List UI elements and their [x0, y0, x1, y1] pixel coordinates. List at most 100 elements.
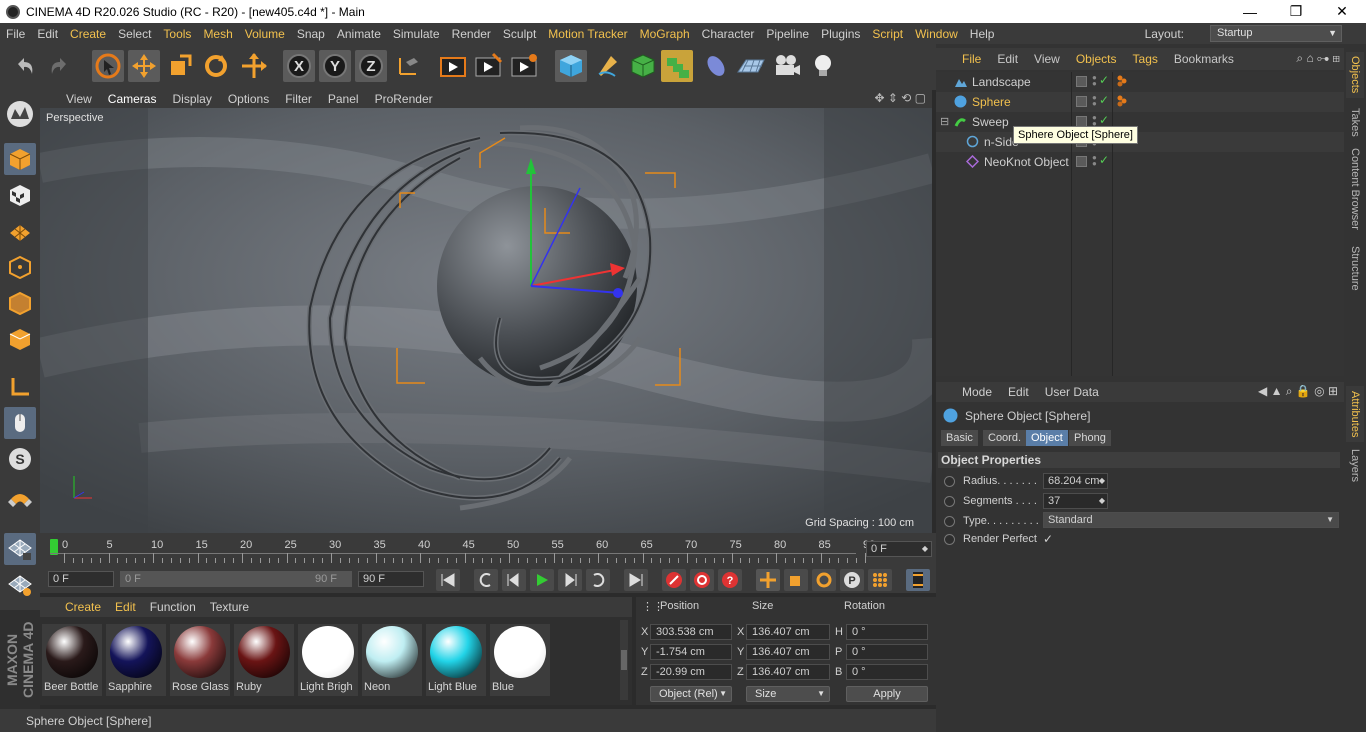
visibility-dots-icon[interactable]: ● ● — [1092, 154, 1097, 168]
menu-pipeline[interactable]: Pipeline — [760, 27, 815, 41]
move-icon[interactable] — [128, 50, 160, 82]
menu-render[interactable]: Render — [446, 27, 497, 41]
render-settings-icon[interactable] — [508, 50, 540, 82]
edge-mode-icon[interactable] — [4, 287, 36, 319]
material-menu-create[interactable]: Create — [58, 600, 108, 614]
obj-menu-objects[interactable]: Objects — [1068, 52, 1125, 66]
key-parameter-icon[interactable]: P — [840, 569, 864, 591]
scale-icon[interactable] — [164, 50, 196, 82]
viewport-navigation-icons[interactable]: ✥ ⇕ ⟲ ▢ — [874, 91, 926, 105]
minimize-button[interactable]: — — [1227, 0, 1273, 23]
obj-menu-edit[interactable]: Edit — [989, 52, 1026, 66]
material-swatch[interactable]: Rose Glass — [170, 624, 230, 696]
coordinate-system-icon[interactable] — [392, 50, 424, 82]
enabled-check-icon[interactable]: ✓ — [1099, 153, 1109, 167]
y-axis-icon[interactable]: Y — [319, 50, 351, 82]
menu-simulate[interactable]: Simulate — [387, 27, 446, 41]
size-z-field[interactable]: 136.407 cm — [746, 664, 830, 680]
object-row-neoknot[interactable]: NeoKnot Object — [936, 152, 1344, 172]
enabled-check-icon[interactable]: ✓ — [1099, 73, 1109, 87]
previous-frame-icon[interactable] — [502, 569, 526, 591]
menu-motion-tracker[interactable]: Motion Tracker — [542, 27, 633, 41]
menu-create[interactable]: Create — [64, 27, 112, 41]
menu-character[interactable]: Character — [696, 27, 761, 41]
side-tab-structure[interactable]: Structure — [1346, 240, 1364, 296]
rotate-icon[interactable] — [200, 50, 232, 82]
frame-range-slider[interactable]: 0 F 90 F — [120, 571, 352, 587]
workplane-icon[interactable] — [4, 215, 36, 247]
segments-animation-radio[interactable] — [944, 496, 955, 507]
layer-swatch-icon[interactable] — [1076, 96, 1087, 107]
coord-mode-select[interactable]: Object (Rel) ▼ — [650, 686, 732, 702]
live-selection-icon[interactable] — [92, 50, 124, 82]
type-select[interactable]: Standard ▼ — [1043, 512, 1339, 528]
deformer-icon[interactable] — [700, 50, 732, 82]
material-menu-edit[interactable]: Edit — [108, 600, 143, 614]
x-axis-icon[interactable]: X — [283, 50, 315, 82]
material-swatch[interactable]: Light Brigh — [298, 624, 358, 696]
magnet-icon[interactable] — [4, 488, 36, 520]
texture-mode-icon[interactable] — [4, 179, 36, 211]
material-menu-function[interactable]: Function — [143, 600, 203, 614]
point-mode-icon[interactable] — [4, 251, 36, 283]
attr-menu-mode[interactable]: Mode — [954, 385, 1000, 399]
end-frame-field[interactable]: 90 F — [358, 571, 424, 587]
layer-swatch-icon[interactable] — [1076, 76, 1087, 87]
timeline-window-icon[interactable] — [906, 569, 930, 591]
object-row-sphere[interactable]: Sphere — [936, 92, 1344, 112]
apply-button[interactable]: Apply — [846, 686, 928, 702]
viewport-menu-panel[interactable]: Panel — [320, 92, 367, 106]
attr-tab-object[interactable]: Object — [1026, 430, 1068, 446]
rotation-h-field[interactable]: 0 ° — [846, 624, 928, 640]
viewport-menu-display[interactable]: Display — [164, 92, 219, 106]
spinner-icon[interactable]: ◆ — [922, 542, 928, 556]
object-manager-tools-icons[interactable]: ⌕ ⌂ ⊶ ⊞ — [1296, 51, 1340, 66]
attr-tab-coord[interactable]: Coord. — [983, 430, 1027, 446]
expand-icon[interactable]: ⊟ — [940, 115, 949, 128]
attr-tab-phong[interactable]: Phong — [1069, 430, 1111, 446]
viewport-menu-prorender[interactable]: ProRender — [367, 92, 441, 106]
render-region-icon[interactable] — [472, 50, 504, 82]
attr-tab-basic[interactable]: Basic — [941, 430, 978, 446]
object-row-landscape[interactable]: Landscape — [936, 72, 1344, 92]
menu-select[interactable]: Select — [112, 27, 157, 41]
menu-plugins[interactable]: Plugins — [815, 27, 866, 41]
material-menu-texture[interactable]: Texture — [203, 600, 256, 614]
current-frame-field[interactable]: 0 F ◆ — [866, 541, 932, 557]
layer-swatch-icon[interactable] — [1076, 156, 1087, 167]
previous-key-icon[interactable] — [474, 569, 498, 591]
close-button[interactable]: ✕ — [1319, 0, 1365, 23]
segments-field[interactable]: 37 ◆ — [1043, 493, 1108, 509]
viewport-menu-cameras[interactable]: Cameras — [100, 92, 165, 106]
menu-tools[interactable]: Tools — [157, 27, 197, 41]
restore-button[interactable]: ❐ — [1273, 0, 1319, 23]
next-key-icon[interactable] — [586, 569, 610, 591]
key-scale-icon[interactable] — [784, 569, 808, 591]
menu-file[interactable]: File — [0, 27, 31, 41]
obj-menu-file[interactable]: File — [954, 52, 989, 66]
position-y-field[interactable]: -1.754 cm — [650, 644, 732, 660]
render-perfect-animation-radio[interactable] — [944, 534, 955, 545]
side-tab-objects[interactable]: Objects — [1346, 52, 1364, 98]
viewport[interactable]: Perspective Grid Spacing : 100 cm — [40, 108, 932, 533]
material-swatch[interactable]: Light Blue — [426, 624, 486, 696]
object-list[interactable]: Landscape Sphere ⊟ Sweep n-Side NeoKnot … — [936, 72, 1344, 376]
make-editable-icon[interactable] — [4, 96, 36, 132]
polygon-mode-icon[interactable] — [4, 323, 36, 355]
object-row-sweep[interactable]: ⊟ Sweep — [936, 112, 1344, 132]
menu-animate[interactable]: Animate — [331, 27, 387, 41]
type-animation-radio[interactable] — [944, 516, 955, 527]
model-mode-icon[interactable] — [4, 143, 36, 175]
next-frame-icon[interactable] — [558, 569, 582, 591]
material-scrollbar[interactable] — [620, 620, 628, 700]
rotation-p-field[interactable]: 0 ° — [846, 644, 928, 660]
record-icon[interactable] — [662, 569, 686, 591]
material-swatch[interactable]: Sapphire — [106, 624, 166, 696]
transform-icon[interactable] — [238, 50, 270, 82]
camera-icon[interactable] — [771, 50, 803, 82]
visibility-dots-icon[interactable]: ● ● — [1092, 74, 1097, 88]
attr-menu-edit[interactable]: Edit — [1000, 385, 1037, 399]
spinner-icon[interactable]: ◆ — [1099, 494, 1105, 508]
menu-volume[interactable]: Volume — [239, 27, 291, 41]
menu-edit[interactable]: Edit — [31, 27, 64, 41]
